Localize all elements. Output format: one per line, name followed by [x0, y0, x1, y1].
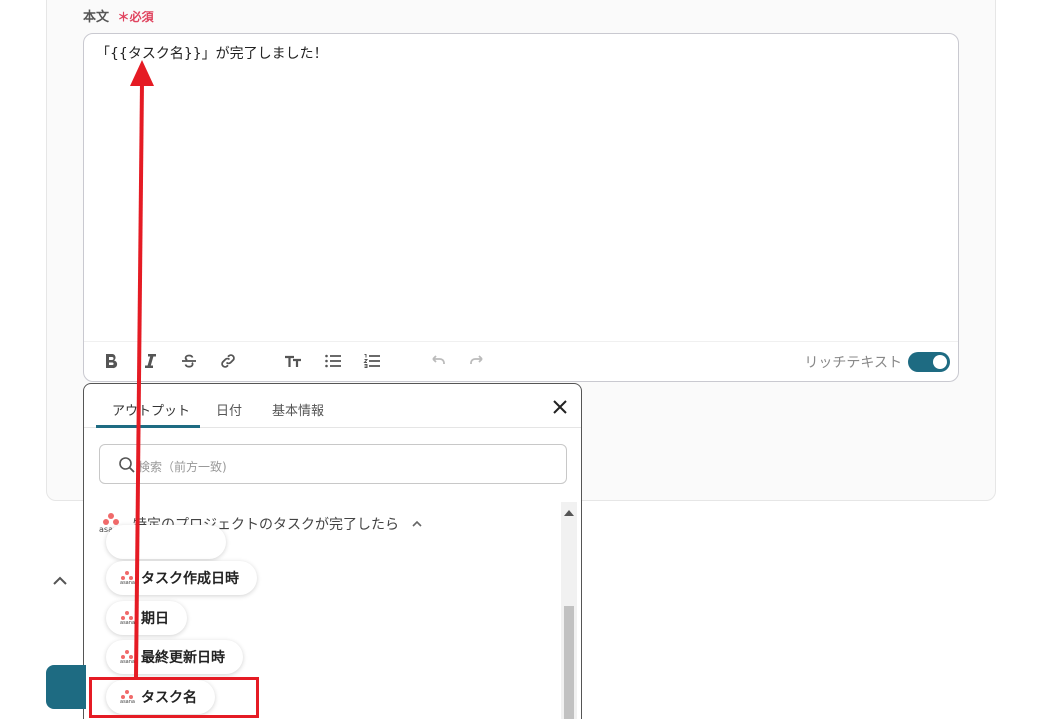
editor-toolbar: リッチテキスト [84, 341, 958, 381]
chevron-up-icon[interactable] [52, 573, 68, 589]
annotation-highlight-box [89, 677, 259, 718]
close-icon[interactable] [551, 398, 569, 416]
search-placeholder: 検索（前方一致) [138, 460, 227, 474]
scroll-up-arrow-icon[interactable] [564, 510, 574, 516]
output-chip-label: 期日 [140, 611, 169, 627]
asana-icon: asana [120, 610, 135, 626]
primary-button-partial[interactable] [46, 665, 86, 709]
rich-text-label: リッチテキスト [804, 355, 902, 371]
redo-icon[interactable] [466, 350, 488, 372]
popup-tabs: アウトプット 日付 基本情報 [84, 384, 581, 428]
chevron-up-icon[interactable] [411, 518, 423, 530]
active-tab-indicator [96, 425, 200, 428]
scroll-thumb[interactable] [564, 606, 574, 719]
body-editor[interactable]: 「{{タスク名}}」が完了しました！ リッチテキスト [83, 33, 959, 382]
popup-scrollbar[interactable] [561, 502, 577, 719]
tab-output[interactable]: アウトプット [112, 400, 190, 419]
asana-icon: asana [120, 570, 135, 586]
search-input[interactable]: 検索（前方一致) [99, 444, 567, 484]
bold-icon[interactable] [100, 350, 122, 372]
bullet-list-icon[interactable] [322, 350, 344, 372]
search-icon [119, 457, 135, 473]
output-chip-label: 最終更新日時 [140, 650, 225, 666]
rich-text-toggle-group: リッチテキスト [804, 352, 950, 372]
undo-icon[interactable] [427, 350, 449, 372]
output-chip-label: タスク作成日時 [140, 571, 239, 587]
output-chip[interactable]: asana 最終更新日時 [106, 640, 243, 674]
text-size-icon[interactable] [282, 350, 304, 372]
body-editor-text[interactable]: 「{{タスク名}}」が完了しました！ [96, 43, 328, 63]
numbered-list-icon[interactable] [361, 350, 383, 372]
output-chip[interactable]: asana 期日 [106, 601, 187, 635]
rich-text-toggle[interactable] [908, 352, 950, 372]
link-icon[interactable] [217, 350, 239, 372]
body-label-text: 本文 [83, 10, 110, 25]
strikethrough-icon[interactable] [178, 350, 200, 372]
output-chip-partial[interactable] [106, 525, 226, 559]
variable-picker-popup: アウトプット 日付 基本情報 検索（前方一致) asana 特定のプロジェクトの… [83, 383, 582, 719]
output-chip[interactable]: asana タスク作成日時 [106, 561, 257, 595]
tab-basic-info[interactable]: 基本情報 [272, 400, 324, 419]
tab-date[interactable]: 日付 [216, 400, 242, 419]
asana-icon: asana [120, 649, 135, 665]
required-marker: ＊必須 [117, 10, 154, 24]
italic-icon[interactable] [139, 350, 161, 372]
body-field-label: 本文 ＊必須 [83, 6, 154, 25]
